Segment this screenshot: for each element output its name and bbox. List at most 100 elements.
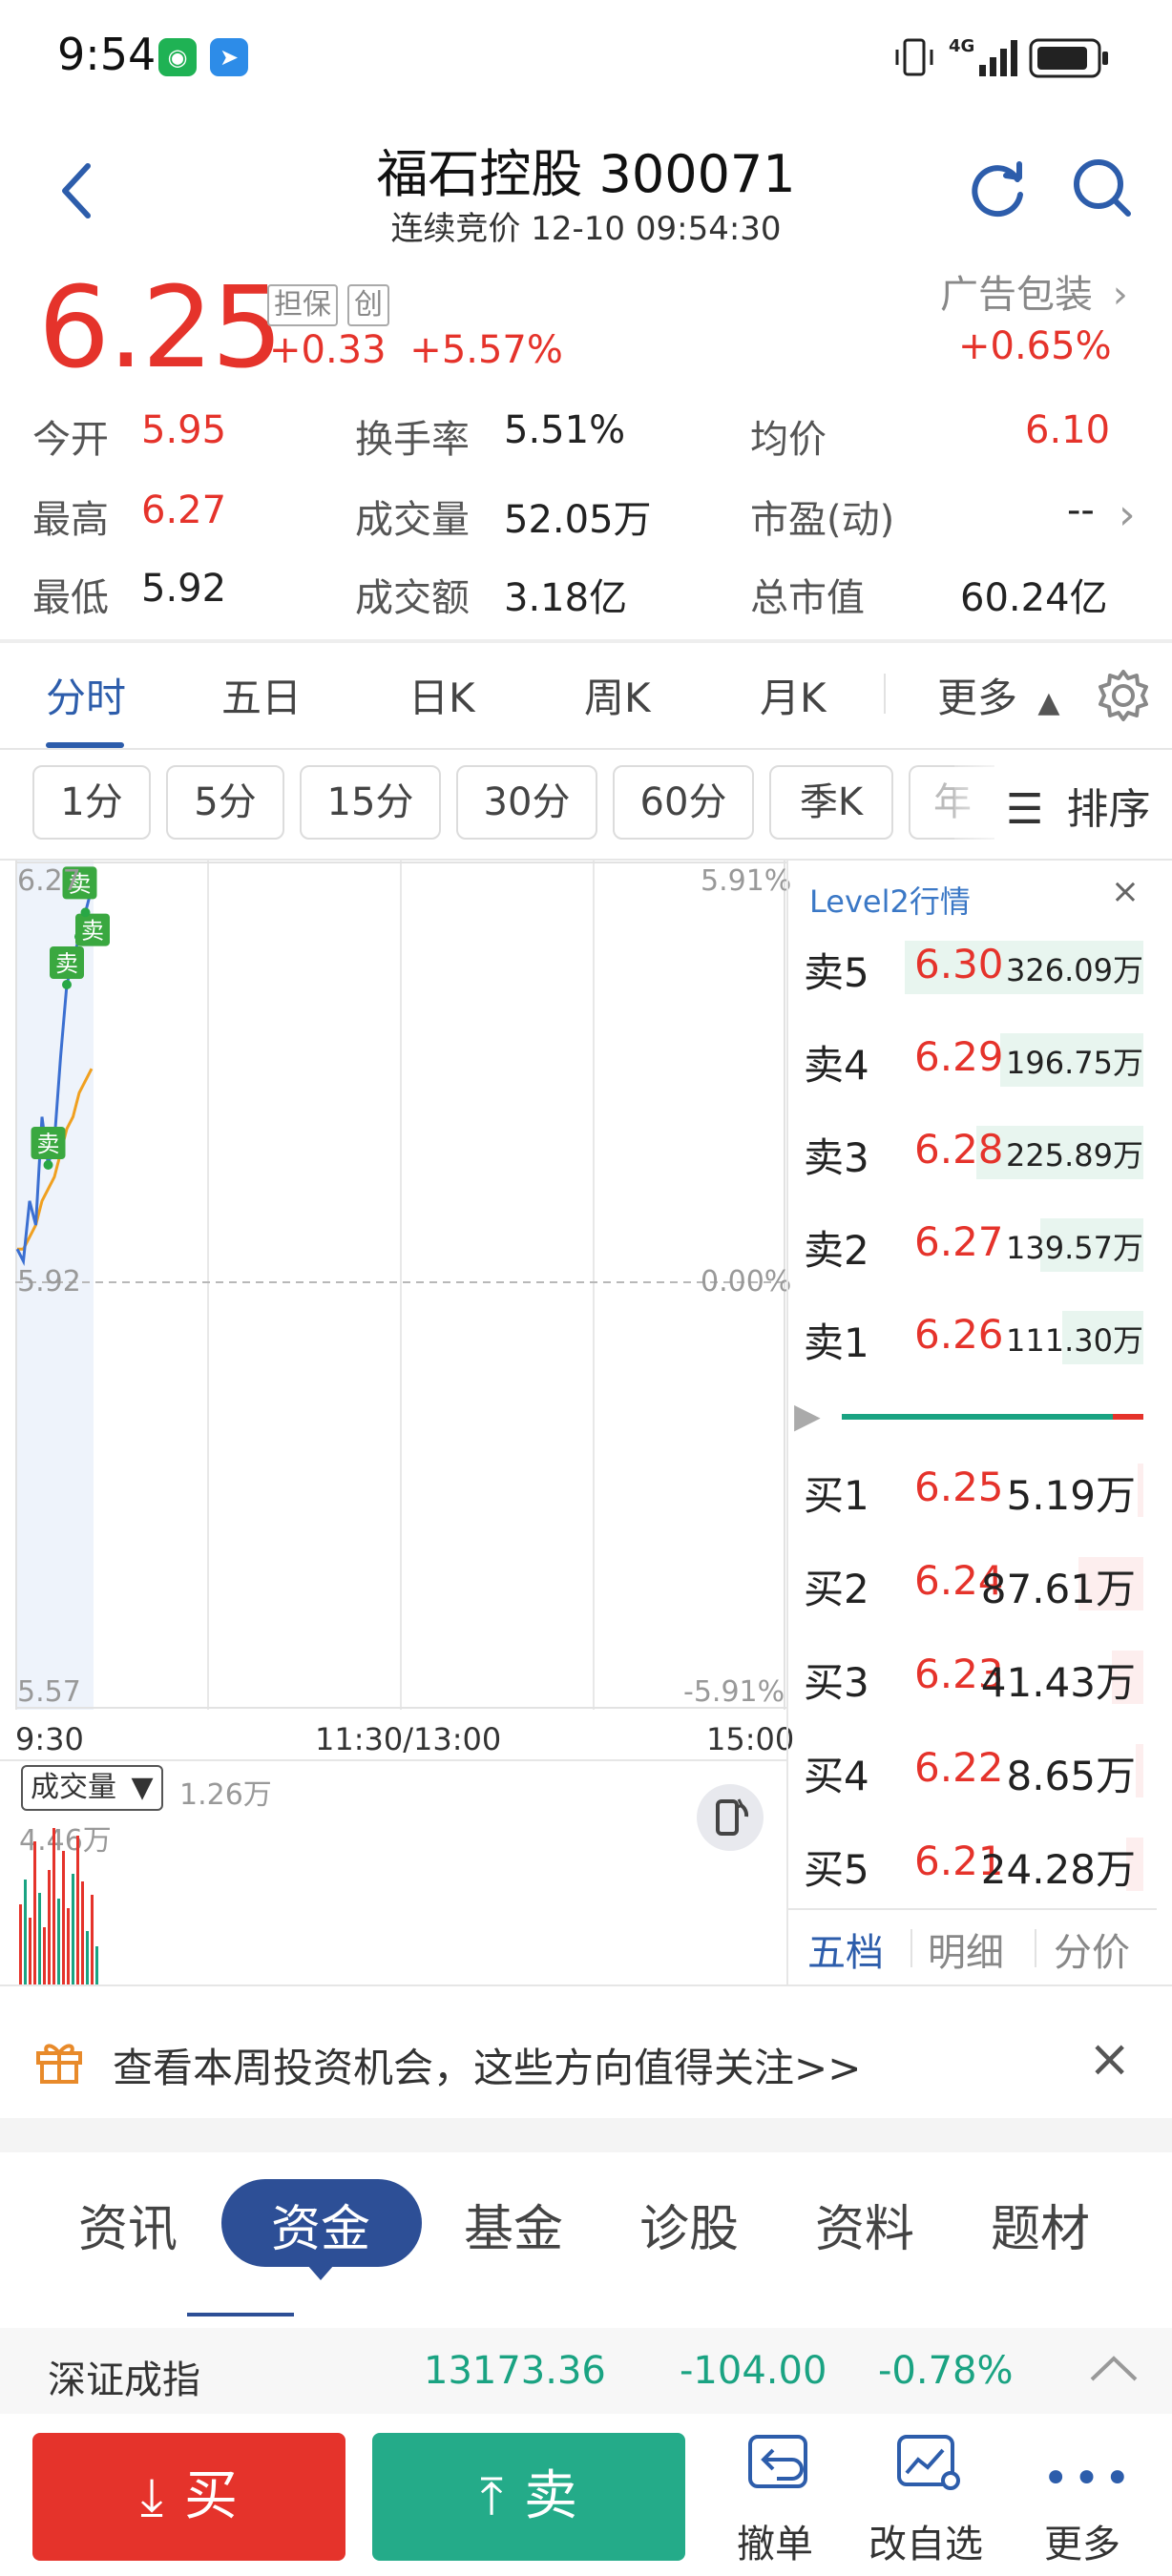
stat-label: 均价 [750,418,827,462]
price-change: +0.33 +5.57% [269,328,563,372]
trade-point [43,1160,53,1170]
stat-value: 52.05万 [504,498,652,542]
tab-daily-k[interactable]: 日K [408,666,475,724]
edit-watchlist-label[interactable]: 改自选 [869,2513,983,2568]
buy-button[interactable]: ⤓ 买 [32,2433,345,2561]
divider [0,639,1172,643]
bid-level-row[interactable]: 买3 6.23 41.43万 [788,1631,1157,1723]
close-icon[interactable]: × [1111,872,1140,911]
ask-price: 6.28 [914,1126,1004,1173]
change-percent: +5.57% [409,328,563,372]
ask-price: 6.26 [914,1311,1004,1358]
market-index-row[interactable]: 深证成指 13173.36 -104.00 -0.78% [0,2328,1172,2414]
tab-funds[interactable]: 基金 [464,2189,563,2260]
order-book: Level2行情 × 卖5 6.30 326.09万 卖4 6.29 196.75万 卖3 6… [786,861,1157,1984]
tab-five-levels[interactable]: 五档 [807,1922,884,1977]
ask-level-row[interactable]: 卖2 6.27 139.57万 [788,1199,1157,1291]
intraday-chart[interactable]: 卖卖卖卖 [15,861,786,1710]
time-axis-start: 9:30 [15,1721,84,1757]
stat-label: 今开 [32,418,109,462]
stat-label: 市盈(动) [750,498,895,542]
y-axis-low: 5.57 [17,1675,81,1709]
sell-button[interactable]: ⤒ 卖 [372,2433,685,2561]
bid-volume: 24.28万 [980,1846,1136,1893]
bid-level-label: 买4 [804,1753,869,1799]
tab-profile[interactable]: 资料 [815,2189,914,2260]
refresh-icon[interactable] [964,155,1031,221]
bid-level-label: 买2 [804,1566,869,1612]
tab-news[interactable]: 资讯 [78,2189,178,2260]
pct-axis-mid: 0.00% [701,1265,792,1298]
tab-five-day[interactable]: 五日 [221,666,302,724]
tab-more[interactable]: 更多 ▲ [937,666,1059,724]
status-time: 9:54 [57,29,157,80]
search-icon[interactable] [1069,155,1136,221]
ask-volume: 326.09万 [1006,952,1143,988]
pct-axis-high: 5.91% [701,864,792,898]
chevron-up-icon[interactable] [1088,2351,1140,2385]
app-notification-icon: ➤ [210,38,248,76]
bid-price: 6.25 [914,1464,1004,1510]
ask-volume: 111.30万 [1006,1322,1143,1359]
sell-arrow-icon: ⤒ [480,2466,503,2526]
signal-icon [979,40,1017,76]
status-bar: 9:54 ◉ ➤ 4G [0,0,1172,114]
index-change-percent: -0.78% [878,2349,1014,2393]
sell-label: 卖 [523,2465,577,2527]
ask-level-row[interactable]: 卖4 6.29 196.75万 [788,1014,1157,1106]
interval-1min[interactable]: 1分 [32,765,151,840]
caret-up-icon: ▲ [1037,686,1060,719]
interval-quarter-k[interactable]: 季K [769,765,893,840]
interval-15min[interactable]: 15分 [300,765,441,840]
promo-text[interactable]: 查看本周投资机会，这些方向值得关注>> [113,2036,861,2094]
rotate-screen-button[interactable] [697,1784,764,1851]
buy-label: 买 [183,2465,238,2527]
volume-indicator-dropdown[interactable]: 成交量 ▼ [21,1765,163,1811]
tab-details[interactable]: 明细 [928,1922,1004,1977]
ask-level-row[interactable]: 卖5 6.30 326.09万 [788,922,1157,1013]
chevron-right-icon: › [1112,273,1128,317]
ask-volume: 139.57万 [1006,1230,1143,1266]
bid-level-row[interactable]: 买1 6.25 5.19万 [788,1444,1157,1536]
divider [884,674,886,714]
gear-icon[interactable] [1096,668,1151,723]
sort-button[interactable]: ☰ 排序 [1006,775,1150,836]
margin-tag: 担保 [267,284,338,326]
tab-underline [187,2313,294,2316]
watchlist-edit-icon [897,2435,960,2490]
tab-weekly-k[interactable]: 周K [584,666,651,724]
tab-intraday[interactable]: 分时 [46,666,126,724]
bid-level-row[interactable]: 买2 6.24 87.61万 [788,1538,1157,1630]
tab-monthly-k[interactable]: 月K [760,666,827,724]
interval-5min[interactable]: 5分 [166,765,284,840]
industry-link[interactable]: 广告包装 › [940,263,1128,319]
stat-value: 6.10 [1025,408,1111,452]
more-dots-icon[interactable]: ••• [1042,2452,1135,2505]
ask-price: 6.29 [914,1033,1004,1080]
bid-level-row[interactable]: 买5 6.21 24.28万 [788,1818,1157,1910]
bid-level-row[interactable]: 买4 6.22 8.65万 [788,1725,1157,1817]
chevron-right-icon[interactable]: › [1119,490,1136,539]
ask-level-label: 卖1 [804,1319,869,1366]
tab-diagnosis[interactable]: 诊股 [639,2189,739,2260]
edit-watchlist-button[interactable] [882,2431,977,2507]
gift-icon [36,2044,82,2084]
ask-volume: 196.75万 [1006,1045,1143,1081]
tab-price-distribution[interactable]: 分价 [1054,1922,1130,1977]
ask-level-row[interactable]: 卖3 6.28 225.89万 [788,1107,1157,1198]
close-icon[interactable]: × [1088,2028,1131,2088]
expand-arrow-icon[interactable]: ▶ [794,1397,821,1436]
tab-themes[interactable]: 题材 [991,2189,1090,2260]
tab-capital[interactable]: 资金 [271,2189,370,2260]
sell-marker-label: 卖 [37,1131,60,1157]
divider [0,1984,1172,1986]
interval-60min[interactable]: 60分 [613,765,754,840]
ask-level-row[interactable]: 卖1 6.26 111.30万 [788,1292,1157,1383]
more-label[interactable]: 更多 [1044,2513,1120,2568]
cancel-order-label[interactable]: 撤单 [737,2513,813,2568]
section-gap [0,2118,1172,2152]
bid-volume: 5.19万 [1006,1472,1136,1519]
change-amount: +0.33 [269,328,387,372]
interval-30min[interactable]: 30分 [456,765,597,840]
volume-dropdown-label: 成交量 [31,1771,116,1804]
